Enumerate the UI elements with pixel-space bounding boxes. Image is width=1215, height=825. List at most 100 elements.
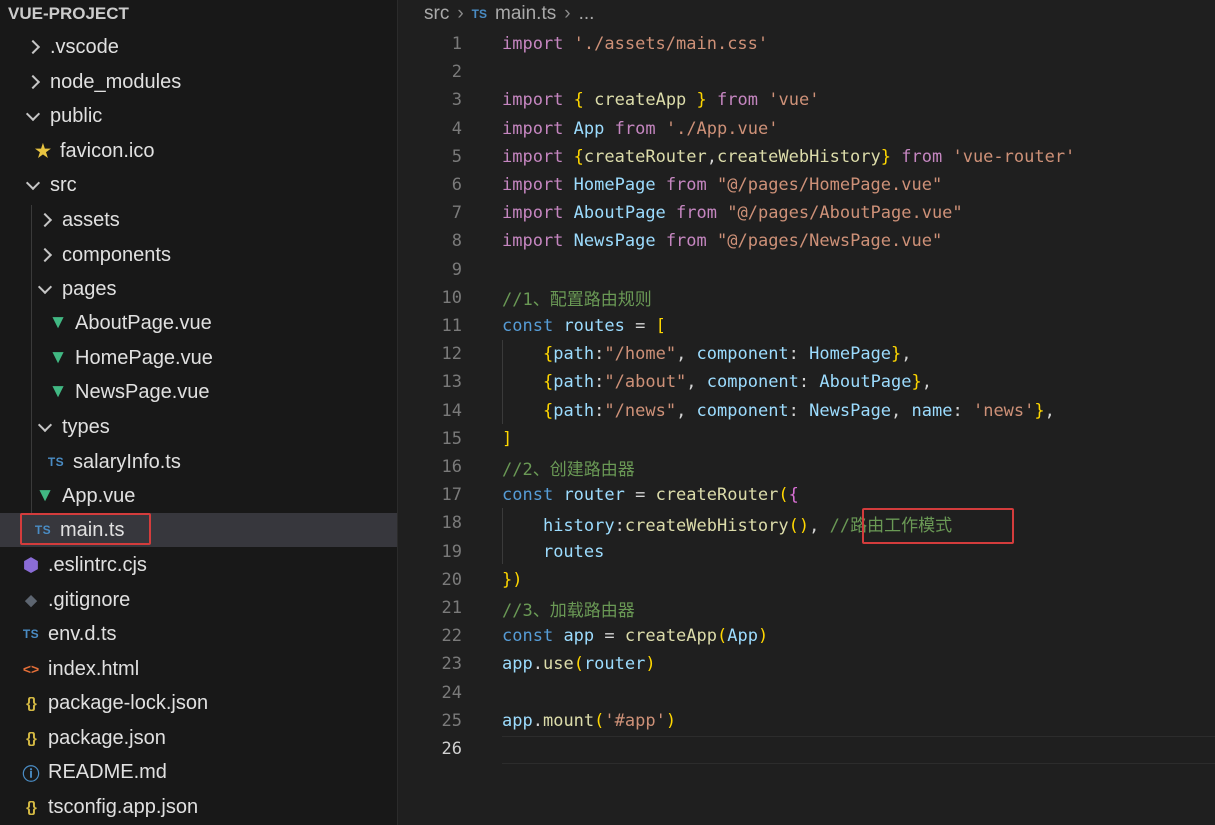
line-number: 16: [441, 457, 462, 477]
tree-item-types[interactable]: types: [0, 410, 397, 444]
code-text[interactable]: //2、创建路由器: [502, 455, 635, 480]
code-line[interactable]: 13 {path:"/about", component: AboutPage}…: [398, 368, 1215, 396]
tree-item-app-vue[interactable]: ▼ App.vue: [0, 479, 397, 513]
code-line[interactable]: 15]: [398, 425, 1215, 453]
tree-item-vscode[interactable]: .vscode: [0, 30, 397, 64]
tree-item-package-json[interactable]: {} package.json: [0, 721, 397, 755]
code-line[interactable]: 14 {path:"/news", component: NewsPage, n…: [398, 397, 1215, 425]
tree-item-aboutpage-vue[interactable]: ▼ AboutPage.vue: [0, 306, 397, 340]
code-line[interactable]: 22 const app = createApp(App): [398, 622, 1215, 650]
code-line[interactable]: 6 import HomePage from "@/pages/HomePage.…: [398, 171, 1215, 199]
code-line[interactable]: 17 const router = createRouter({: [398, 481, 1215, 509]
tree-item-label: .eslintrc.cjs: [48, 553, 147, 576]
line-number: 26: [441, 739, 462, 759]
code-line[interactable]: 16 //2、创建路由器: [398, 453, 1215, 481]
code-text[interactable]: import './assets/main.css': [502, 34, 768, 54]
tree-item-label: tsconfig.app.json: [48, 795, 199, 818]
line-number: 15: [441, 428, 462, 449]
tree-item-package-lock-json[interactable]: {} package-lock.json: [0, 686, 397, 720]
code-text[interactable]: routes: [502, 542, 604, 562]
tree-item-readme[interactable]: ⓘ README.md: [0, 755, 397, 789]
code-line[interactable]: 21 //3、加载路由器: [398, 594, 1215, 622]
code-text[interactable]: import NewsPage from "@/pages/NewsPage.v…: [502, 231, 942, 251]
code-line[interactable]: 12 {path:"/home", component: HomePage},: [398, 340, 1215, 368]
code-line[interactable]: 9: [398, 256, 1215, 284]
line-number: 17: [441, 485, 462, 506]
code-text[interactable]: import HomePage from "@/pages/HomePage.v…: [502, 175, 942, 195]
code-line[interactable]: 19 routes: [398, 538, 1215, 566]
code-editor[interactable]: src › TS main.ts › ... 1 import './assets…: [398, 0, 1215, 825]
code-text[interactable]: {path:"/news", component: NewsPage, name…: [502, 401, 1055, 421]
line-number: 1: [451, 34, 462, 54]
code-text[interactable]: app.mount('#app'): [502, 711, 676, 731]
vue-icon: ▼: [48, 381, 68, 402]
tree-item-label: env.d.ts: [48, 622, 117, 645]
code-line[interactable]: 7 import AboutPage from "@/pages/AboutPag…: [398, 199, 1215, 227]
tree-item-pages[interactable]: pages: [0, 272, 397, 306]
code-text[interactable]: const routes = [: [502, 316, 666, 336]
code-text[interactable]: import {createRouter,createWebHistory} f…: [502, 147, 1075, 167]
code-text[interactable]: {path:"/about", component: AboutPage},: [502, 372, 932, 392]
tree-item-index-html[interactable]: <> index.html: [0, 652, 397, 686]
code-line[interactable]: 25 app.mount('#app'): [398, 707, 1215, 735]
vue-icon: ▼: [35, 485, 55, 506]
code-text[interactable]: const app = createApp(App): [502, 626, 768, 646]
code-line[interactable]: 4 import App from './App.vue': [398, 115, 1215, 143]
explorer-title[interactable]: VUE-PROJECT: [8, 0, 129, 28]
code-text[interactable]: import App from './App.vue': [502, 119, 778, 139]
code-text[interactable]: import { createApp } from 'vue': [502, 90, 819, 110]
info-icon: ⓘ: [22, 764, 40, 784]
tree-item-salaryinfo-ts[interactable]: TS salaryInfo.ts: [0, 445, 397, 479]
tree-item-label: .vscode: [50, 35, 119, 58]
code-text[interactable]: //3、加载路由器: [502, 596, 635, 621]
json-icon: {}: [26, 798, 37, 816]
code-line[interactable]: 3 import { createApp } from 'vue': [398, 86, 1215, 114]
chevron-right-icon: [25, 74, 41, 90]
code-line[interactable]: 1 import './assets/main.css': [398, 30, 1215, 58]
tree-item-tsconfig-app-json[interactable]: {} tsconfig.app.json: [0, 790, 397, 824]
ts-icon: TS: [471, 7, 487, 21]
code-text[interactable]: const router = createRouter({: [502, 485, 799, 505]
tree-item-components[interactable]: components: [0, 238, 397, 272]
tree-item-node-modules[interactable]: node_modules: [0, 65, 397, 99]
breadcrumb-item-symbols[interactable]: ...: [579, 0, 595, 28]
code-line[interactable]: 26: [398, 735, 1215, 763]
vue-icon: ▼: [48, 312, 68, 333]
breadcrumb-item-file[interactable]: main.ts: [495, 0, 556, 28]
code-line[interactable]: 23 app.use(router): [398, 650, 1215, 678]
code-text[interactable]: ]: [502, 429, 512, 449]
line-number: 6: [451, 175, 462, 195]
tree-item-gitignore[interactable]: ◆ .gitignore: [0, 583, 397, 617]
tree-item-assets[interactable]: assets: [0, 203, 397, 237]
tree-item-label: assets: [62, 208, 120, 231]
code-line[interactable]: 2: [398, 58, 1215, 86]
code-text[interactable]: {path:"/home", component: HomePage},: [502, 344, 912, 364]
line-number: 4: [451, 118, 462, 139]
tree-item-label: favicon.ico: [60, 139, 155, 162]
code-line[interactable]: 10 //1、配置路由规则: [398, 284, 1215, 312]
tree-item-src[interactable]: src: [0, 168, 397, 202]
code-line[interactable]: 18 history:createWebHistory(), //路由工作模式: [398, 509, 1215, 537]
code-line[interactable]: 11 const routes = [: [398, 312, 1215, 340]
code-line[interactable]: 5 import {createRouter,createWebHistory} …: [398, 143, 1215, 171]
tree-item-env-d-ts[interactable]: TS env.d.ts: [0, 617, 397, 651]
tree-item-favicon[interactable]: ★ favicon.ico: [0, 134, 397, 168]
tree-item-label: package.json: [48, 726, 166, 749]
tree-item-label: public: [50, 104, 103, 127]
tree-item-public[interactable]: public: [0, 99, 397, 133]
json-icon: {}: [26, 694, 37, 712]
code-text[interactable]: //1、配置路由规则: [502, 285, 652, 310]
line-number: 11: [441, 316, 462, 336]
code-text[interactable]: import AboutPage from "@/pages/AboutPage…: [502, 203, 963, 223]
tree-item-label: .gitignore: [48, 588, 131, 611]
tree-item-newspage-vue[interactable]: ▼ NewsPage.vue: [0, 375, 397, 409]
breadcrumb-item-src[interactable]: src: [424, 0, 449, 28]
code-line[interactable]: 8 import NewsPage from "@/pages/NewsPage.…: [398, 227, 1215, 255]
line-number: 19: [441, 541, 462, 562]
code-line[interactable]: 24: [398, 679, 1215, 707]
code-line[interactable]: 20}): [398, 566, 1215, 594]
tree-item-homepage-vue[interactable]: ▼ HomePage.vue: [0, 341, 397, 375]
code-text[interactable]: app.use(router): [502, 654, 656, 674]
tree-item-eslintrc[interactable]: ⬢ .eslintrc.cjs: [0, 548, 397, 582]
code-text[interactable]: }): [502, 570, 523, 590]
